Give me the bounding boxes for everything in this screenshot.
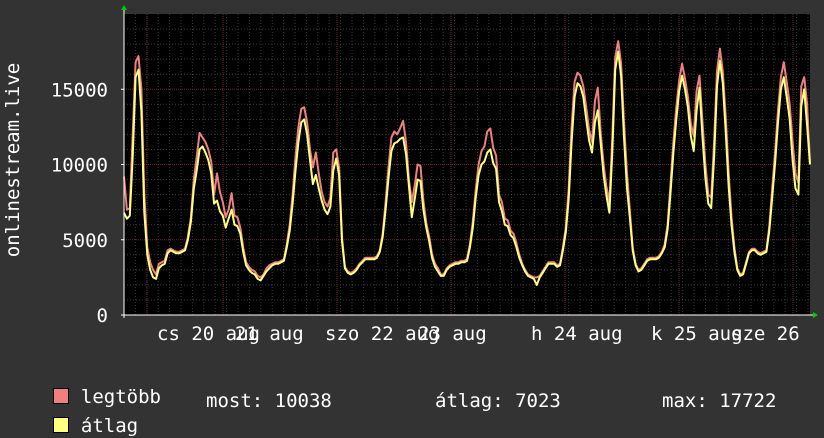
stat-atlag: átlag: 7023: [435, 390, 561, 412]
legend-avg-swatch: [52, 417, 69, 433]
legend-avg-label: átlag: [80, 415, 139, 437]
y-axis-label: onlinestream.live: [2, 63, 24, 257]
legend-avg: átlag: [30, 390, 138, 438]
y-tick-label: 10000: [51, 155, 108, 177]
y-axis-arrow: [121, 5, 127, 10]
x-tick-label: sze 26: [731, 323, 800, 345]
x-tick-labels: cs 20 aug21 aug szo 22 aug23 aug h 24 aug k…: [157, 323, 800, 345]
stat-most: most: 10038: [206, 390, 332, 412]
x-tick-label: k 25 aug: [651, 323, 743, 345]
y-tick-labels: 0 5000 10000 15000: [51, 79, 124, 327]
stat-max: max: 17722: [662, 390, 777, 412]
x-tick-label: 23 aug: [418, 323, 487, 345]
y-tick-label: 0: [97, 305, 108, 327]
x-axis-arrow: [813, 312, 818, 318]
x-tick-label: h 24 aug: [531, 323, 623, 345]
y-tick-label: 15000: [51, 79, 108, 101]
y-tick-label: 5000: [62, 230, 108, 252]
x-tick-label: 21 aug: [235, 323, 304, 345]
